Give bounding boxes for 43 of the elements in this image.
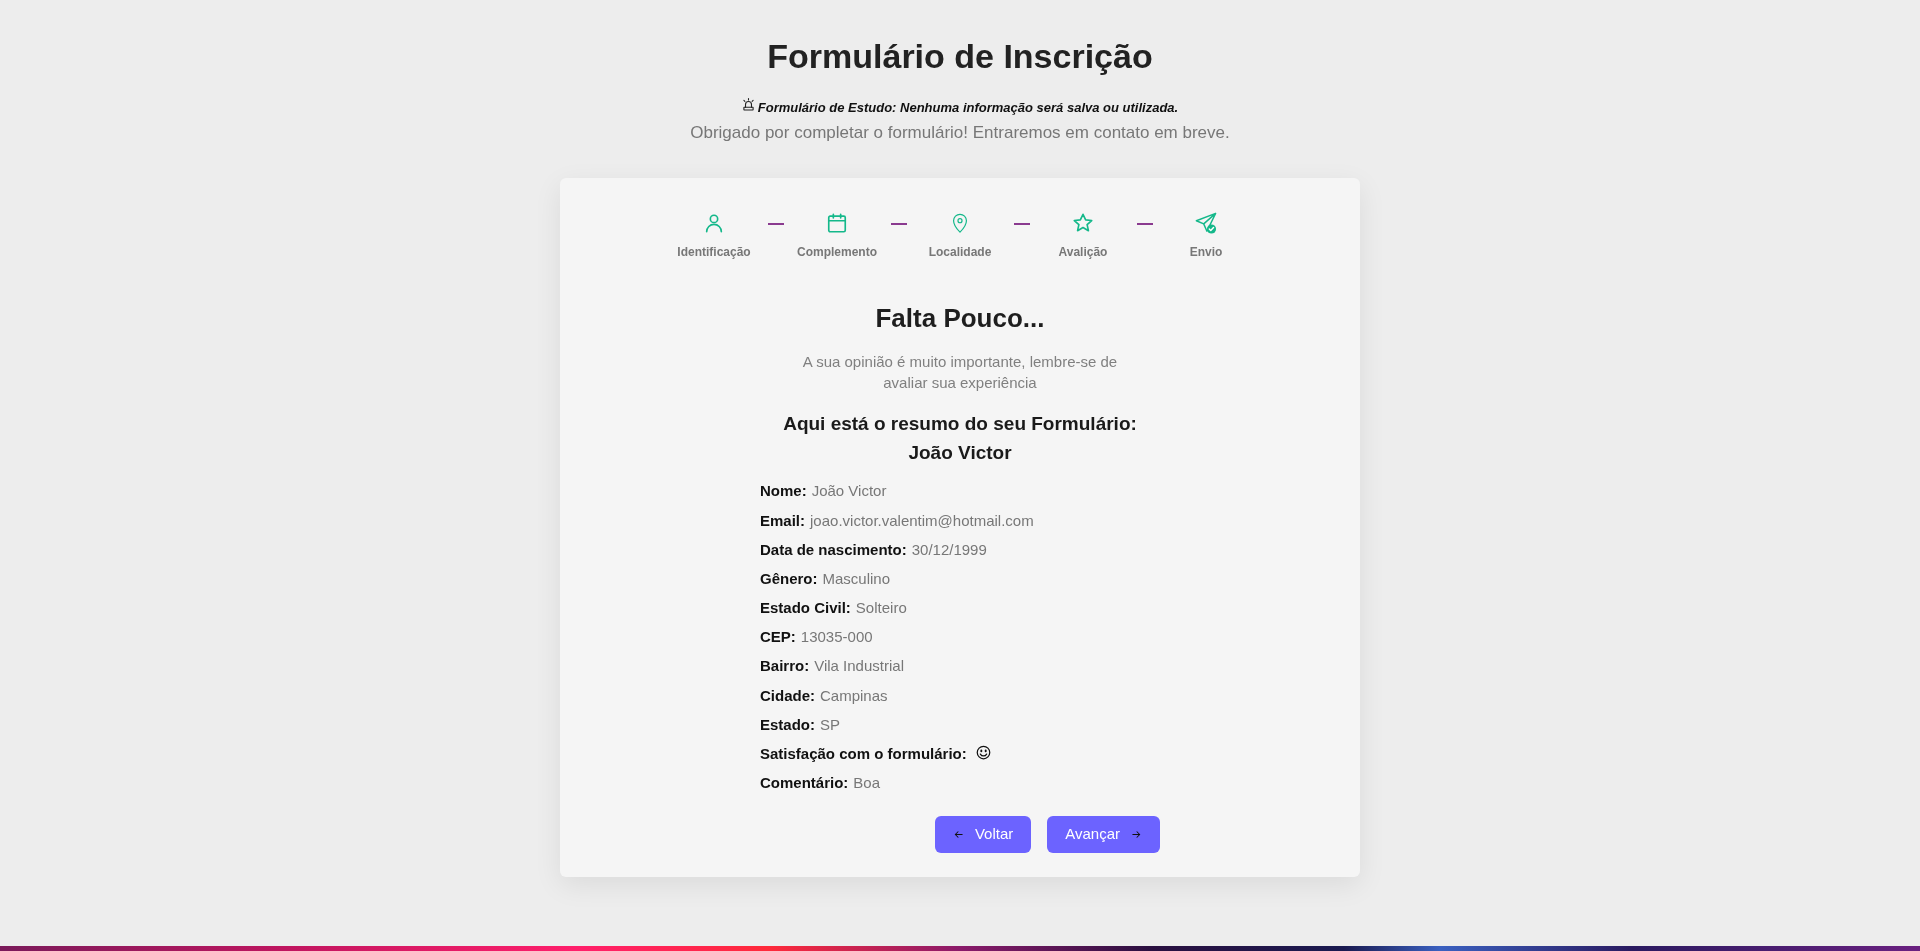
smiley-icon bbox=[975, 745, 991, 761]
page-title: Formulário de Inscrição bbox=[767, 36, 1153, 76]
notice-text: Formulário de Estudo: Nenhuma informação será salva ou utilizada. bbox=[757, 99, 1179, 117]
field-label: Data de nascimento: bbox=[760, 539, 907, 560]
user-icon bbox=[703, 212, 725, 234]
field-label: Bairro: bbox=[760, 656, 810, 677]
star-icon bbox=[1072, 212, 1094, 234]
field-label: Satisfação com o formulário: bbox=[760, 744, 967, 765]
field-label: Email: bbox=[760, 510, 805, 531]
summary-title: Aqui está o resumo do seu Formulário: bbox=[783, 412, 1137, 436]
field-label: Estado: bbox=[760, 714, 815, 735]
field-label: Gênero: bbox=[760, 568, 818, 589]
field-value: SP bbox=[820, 714, 841, 735]
step-label: Localidade bbox=[928, 245, 992, 259]
step-label: Avalição bbox=[1058, 245, 1108, 259]
summary-name: João Victor bbox=[908, 441, 1012, 465]
field-value: João Victor bbox=[811, 481, 887, 502]
field-value: 13035-000 bbox=[800, 627, 873, 648]
field-label: CEP: bbox=[760, 627, 796, 648]
field-label: Cidade: bbox=[760, 685, 815, 706]
field-value: 30/12/1999 bbox=[911, 539, 987, 560]
field-value: Masculino bbox=[822, 568, 891, 589]
paper-plane-check-icon bbox=[1195, 212, 1217, 234]
siren-icon bbox=[741, 98, 755, 111]
field-value: Vila Industrial bbox=[814, 656, 904, 677]
field-label: Comentário: bbox=[760, 773, 849, 794]
card-heading: Falta Pouco... bbox=[875, 302, 1045, 334]
thanks-message: Obrigado por completar o formulário! Entraremos em contato em breve. bbox=[690, 122, 1230, 144]
reminder-message: A sua opinião é muito importante, lembre-se de avaliar sua experiência bbox=[801, 352, 1119, 393]
field-label: Estado Civil: bbox=[760, 598, 851, 619]
arrow-left-icon bbox=[952, 829, 964, 841]
next-button[interactable]: Avançar bbox=[1047, 816, 1160, 854]
step-label: Complemento bbox=[797, 245, 877, 259]
step-label: Envio bbox=[1189, 245, 1223, 259]
field-value: Campinas bbox=[820, 685, 888, 706]
back-button[interactable]: Voltar bbox=[934, 816, 1032, 854]
field-value: Boa bbox=[853, 773, 881, 794]
arrow-right-icon bbox=[1131, 829, 1142, 841]
field-value: Solteiro bbox=[855, 598, 907, 619]
calendar-icon bbox=[826, 212, 848, 234]
field-label: Nome: bbox=[760, 481, 807, 502]
field-value: joao.victor.valentim@hotmail.com bbox=[810, 510, 1034, 531]
step-label: Identificação bbox=[677, 245, 751, 259]
